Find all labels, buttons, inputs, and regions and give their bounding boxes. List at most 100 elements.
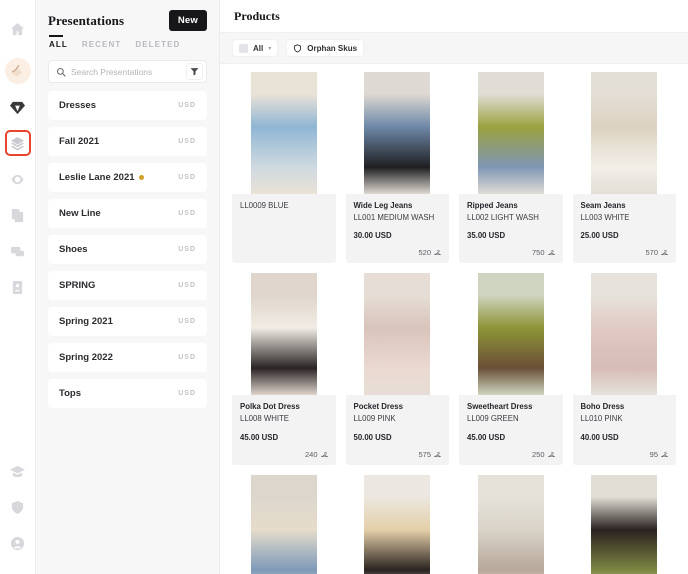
product-image (232, 475, 336, 574)
contact-card-icon[interactable] (7, 276, 29, 298)
new-presentation-button[interactable]: New (169, 10, 207, 31)
presentation-list: DressesUSDFall 2021USDLeslie Lane 2021US… (36, 91, 219, 574)
presentation-name: SPRING (59, 280, 95, 291)
product-photo (364, 72, 430, 194)
presentation-name: Tops (59, 388, 81, 399)
diamond-icon[interactable] (7, 96, 29, 118)
tab-recent[interactable]: RECENT (82, 40, 122, 54)
presentation-name-text: Spring 2021 (59, 316, 113, 327)
product-quantity-row: 520 (354, 240, 442, 257)
orphan-skus-button[interactable]: Orphan Skus (286, 39, 364, 57)
layers-icon[interactable] (7, 132, 29, 154)
list-item[interactable]: Shoes USD (48, 235, 207, 264)
list-item[interactable]: TopsUSD (48, 379, 207, 408)
search-icon (56, 67, 66, 77)
product-details: Pocket DressLL009 PINK 50.00 USD 575 (346, 395, 450, 464)
product-price: 50.00 USD (354, 433, 442, 442)
user-avatar[interactable] (5, 58, 31, 84)
panel-tabs: ALL RECENT DELETED (36, 31, 219, 54)
product-quantity-row: 750 (467, 240, 555, 257)
product-sku: LL0009 BLUE (240, 200, 328, 212)
presentation-name-text: Dresses (59, 100, 96, 111)
filter-icon[interactable] (186, 63, 203, 80)
product-sku: LL008 WHITE (240, 413, 328, 425)
icon-rail (0, 0, 36, 574)
app-root: Presentations New ALL RECENT DELETED Dre… (0, 0, 688, 574)
graduation-cap-icon[interactable] (7, 460, 29, 482)
product-card[interactable]: Wide Leg JeansLL001 MEDIUM WASH30.00 USD… (346, 72, 450, 263)
product-sku: LL010 PINK (581, 413, 669, 425)
product-photo (251, 72, 317, 194)
product-card[interactable]: Ripped JeansLL002 LIGHT WASH35.00 USD750 (459, 72, 563, 263)
tab-deleted[interactable]: DELETED (135, 40, 180, 54)
product-quantity-row: 575 (354, 442, 442, 459)
eye-icon[interactable] (7, 168, 29, 190)
search-box[interactable] (48, 60, 207, 83)
product-card[interactable]: Polka Dot DressLL008 WHITE45.00 USD240 (232, 273, 336, 464)
product-image (346, 273, 450, 395)
product-name: Wide Leg Jeans (354, 200, 442, 212)
product-photo (364, 273, 430, 395)
product-card[interactable]: Boho DressLL010 PINK40.00 USD95 (573, 273, 677, 464)
status-dot (139, 175, 144, 180)
all-filter-dropdown[interactable]: All ▾ (232, 39, 278, 57)
product-image (573, 475, 677, 574)
product-card[interactable]: Tie Top (232, 475, 336, 574)
product-quantity-row: 250 (467, 442, 555, 459)
product-card[interactable]: Earrings (573, 475, 677, 574)
product-card[interactable]: Seam JeansLL003 WHITE25.00 USD570 (573, 72, 677, 263)
product-card[interactable]: LL0009 BLUE (232, 72, 336, 263)
product-card[interactable]: Sweetheart DressLL009 GREEN45.00 USD250 (459, 273, 563, 464)
list-item[interactable]: Spring 2021 USD (48, 307, 207, 336)
product-photo (591, 273, 657, 395)
product-image (459, 72, 563, 194)
hanger-icon (434, 249, 441, 256)
product-name: Ripped Jeans (467, 200, 555, 212)
currency-label: USD (178, 138, 196, 145)
list-item[interactable]: Fall 2021USD (48, 127, 207, 156)
product-card[interactable]: Cat Eye Sunglasses (346, 475, 450, 574)
hanger-icon (661, 451, 668, 458)
tab-all[interactable]: ALL (49, 40, 68, 54)
shield-icon[interactable] (7, 496, 29, 518)
products-scroll[interactable]: LL0009 BLUE Wide Leg JeansLL001 MEDIUM WA… (220, 64, 688, 574)
presentation-name: New Line (59, 208, 101, 219)
product-card[interactable]: Pocket DressLL009 PINK 50.00 USD 575 (346, 273, 450, 464)
product-image (232, 273, 336, 395)
product-price: 25.00 USD (581, 231, 669, 240)
product-sku: LL001 MEDIUM WASH (354, 212, 442, 224)
presentation-name-text: SPRING (59, 280, 95, 291)
product-name: Pocket Dress (354, 401, 442, 413)
currency-label: USD (178, 318, 196, 325)
presentation-name: Dresses (59, 100, 96, 111)
product-details: Polka Dot DressLL008 WHITE45.00 USD240 (232, 395, 336, 464)
product-name: Boho Dress (581, 401, 669, 413)
rail-bottom-group (7, 460, 29, 574)
home-icon[interactable] (7, 18, 29, 40)
product-details: Sweetheart DressLL009 GREEN45.00 USD250 (459, 395, 563, 464)
copy-files-icon[interactable] (7, 204, 29, 226)
product-image (573, 273, 677, 395)
product-quantity: 575 (418, 450, 431, 459)
product-quantity: 570 (645, 248, 658, 257)
presentation-name-text: Shoes (59, 244, 88, 255)
presentation-name-text: New Line (59, 208, 101, 219)
search-input[interactable] (66, 67, 186, 77)
currency-label: USD (178, 246, 196, 253)
list-item[interactable]: Leslie Lane 2021USD (48, 163, 207, 192)
product-sku: LL003 WHITE (581, 212, 669, 224)
select-all-checkbox[interactable] (239, 44, 248, 53)
product-photo (251, 273, 317, 395)
list-item[interactable]: Dresses USD (48, 91, 207, 120)
product-price: 45.00 USD (467, 433, 555, 442)
list-item[interactable]: SPRINGUSD (48, 271, 207, 300)
list-item[interactable]: Spring 2022USD (48, 343, 207, 372)
chat-bubbles-icon[interactable] (7, 240, 29, 262)
list-item[interactable]: New LineUSD (48, 199, 207, 228)
currency-label: USD (178, 354, 196, 361)
product-sku: LL009 PINK (354, 413, 442, 425)
account-circle-icon[interactable] (7, 532, 29, 554)
currency-label: USD (178, 102, 196, 109)
product-card[interactable]: Stack Rings (459, 475, 563, 574)
product-image (459, 475, 563, 574)
